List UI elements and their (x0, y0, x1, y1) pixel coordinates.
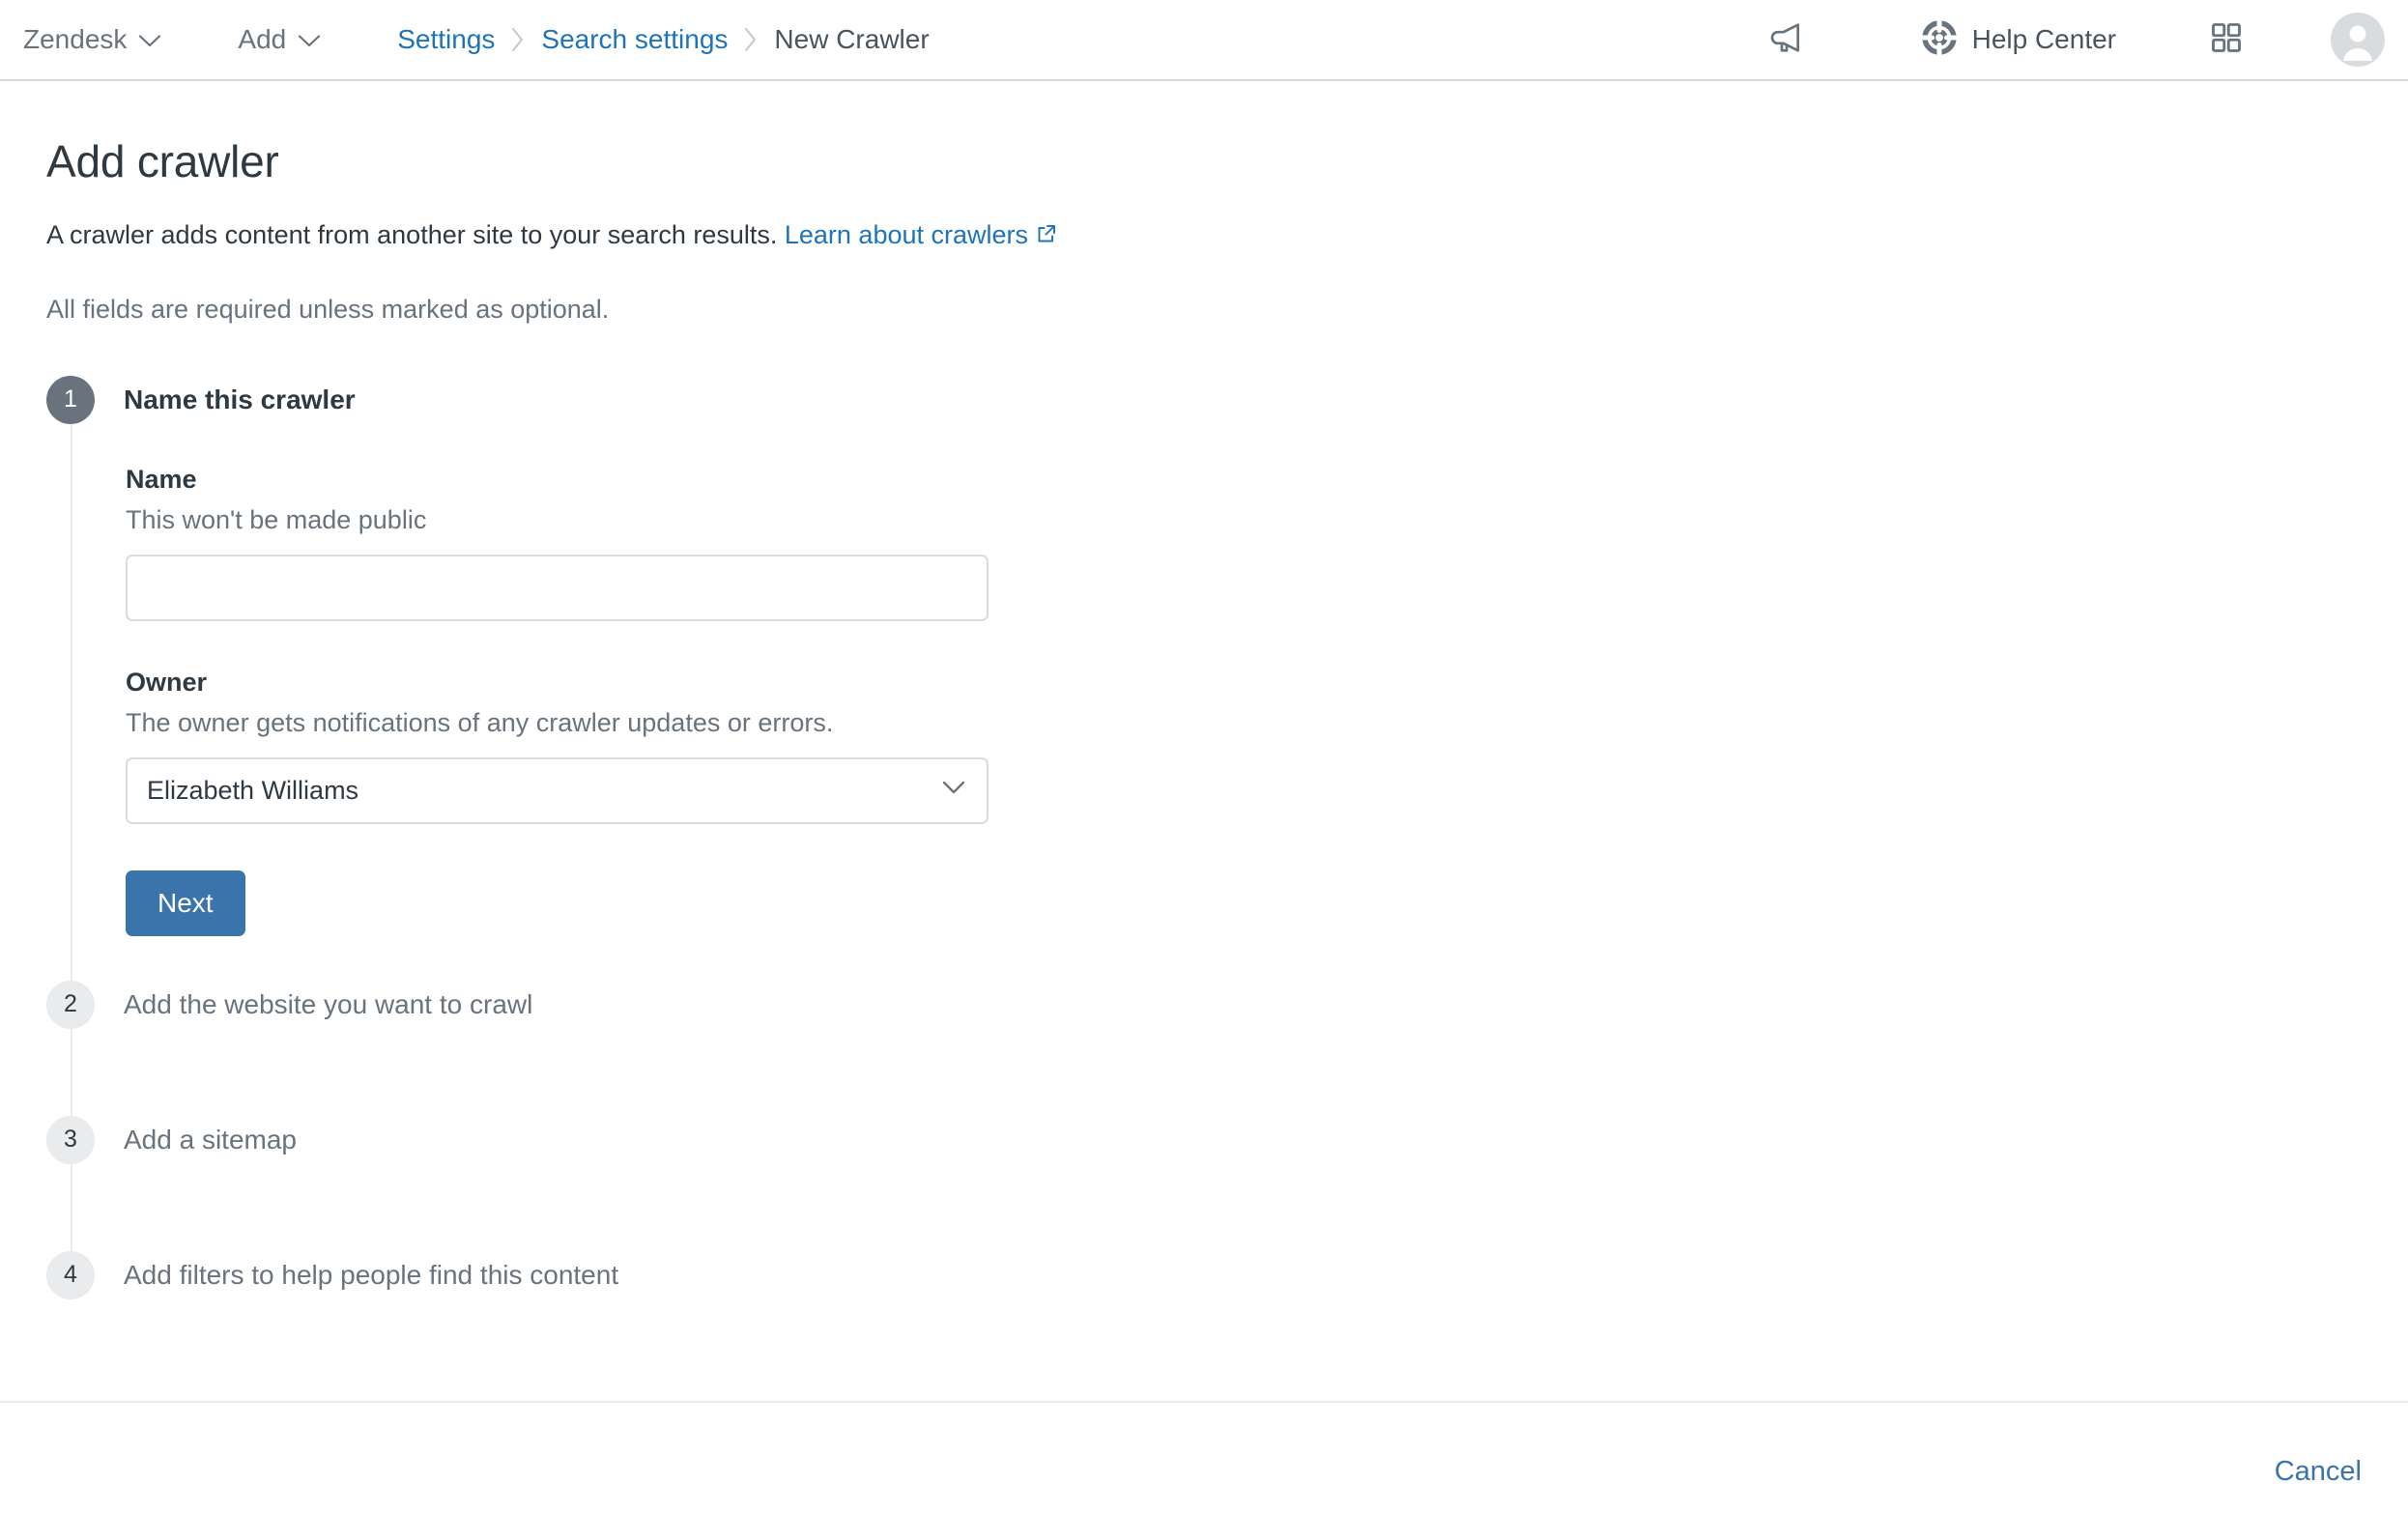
name-field-block: Name This won't be made public (126, 465, 2408, 621)
step-1-body: Name This won't be made public Owner The… (71, 423, 2408, 981)
main-content: Add crawler A crawler adds content from … (0, 81, 2408, 1299)
step-2-header[interactable]: 2 Add the website you want to crawl (46, 980, 2408, 1029)
step-4-number: 4 (46, 1250, 95, 1299)
step-2: 2 Add the website you want to crawl (46, 980, 2408, 1116)
step-4: 4 Add filters to help people find this c… (46, 1250, 2408, 1299)
owner-field-block: Owner The owner gets notifications of an… (126, 668, 2408, 824)
topbar-right-group: Help Center (1740, 13, 2408, 67)
page-description: A crawler adds content from another site… (46, 217, 2408, 256)
breadcrumb-separator-icon (743, 27, 759, 52)
step-1-title: Name this crawler (124, 384, 356, 414)
stepper: 1 Name this crawler Name This won't be m… (46, 375, 2408, 1299)
help-center-label: Help Center (1971, 24, 2116, 54)
content-wrapper: Add crawler A crawler adds content from … (0, 81, 2408, 1299)
owner-select[interactable]: Elizabeth Williams (126, 756, 989, 824)
user-avatar-icon (2343, 25, 2372, 61)
step-3-number: 3 (46, 1115, 95, 1164)
step-1: 1 Name this crawler Name This won't be m… (46, 375, 2408, 981)
name-field-label: Name (126, 464, 197, 494)
required-fields-note: All fields are required unless marked as… (46, 294, 610, 324)
step-2-title: Add the website you want to crawl (124, 988, 533, 1019)
user-avatar[interactable] (2331, 13, 2385, 67)
step-3-title: Add a sitemap (124, 1124, 297, 1155)
app-root: Zendesk Add Settings Search settings New… (0, 0, 2408, 1540)
megaphone-icon (1767, 18, 1806, 62)
chevron-down-icon (299, 26, 321, 53)
step-2-connector (71, 1028, 2408, 1116)
breadcrumb-item-search-settings[interactable]: Search settings (541, 24, 728, 55)
step-3-connector (71, 1163, 2408, 1251)
page-title: Add crawler (46, 136, 279, 186)
product-menu-zendesk[interactable]: Zendesk (14, 20, 170, 59)
step-2-number: 2 (46, 980, 95, 1029)
breadcrumb-item-settings[interactable]: Settings (397, 24, 495, 55)
step-3: 3 Add a sitemap (46, 1115, 2408, 1251)
top-navigation-bar: Zendesk Add Settings Search settings New… (0, 0, 2408, 81)
owner-field-hint: The owner gets notifications of any craw… (126, 707, 834, 737)
owner-field-label: Owner (126, 667, 208, 697)
cancel-button[interactable]: Cancel (2275, 1456, 2362, 1488)
learn-about-crawlers-label: Learn about crawlers (784, 220, 1029, 250)
product-menu-label: Zendesk (23, 24, 128, 54)
owner-select-value: Elizabeth Williams (147, 775, 359, 805)
grid-apps-icon (2209, 20, 2244, 60)
apps-grid-button[interactable] (2199, 13, 2253, 67)
lifebuoy-icon (1919, 17, 1959, 60)
add-menu[interactable]: Add (228, 20, 330, 59)
step-4-header[interactable]: 4 Add filters to help people find this c… (46, 1250, 2408, 1299)
step-1-number: 1 (46, 375, 95, 424)
page-description-text: A crawler adds content from another site… (46, 220, 778, 250)
footer-bar: Cancel (0, 1401, 2408, 1540)
help-center-button[interactable]: Help Center (1919, 17, 2116, 60)
announcements-button[interactable] (1740, 13, 1833, 67)
step-1-header[interactable]: 1 Name this crawler (46, 375, 2408, 424)
learn-about-crawlers-link[interactable]: Learn about crawlers (785, 220, 1058, 249)
breadcrumb-separator-icon (510, 27, 526, 52)
name-field-hint: This won't be made public (126, 504, 427, 534)
breadcrumb: Settings Search settings New Crawler (397, 24, 929, 55)
step-3-header[interactable]: 3 Add a sitemap (46, 1115, 2408, 1164)
breadcrumb-item-new-crawler: New Crawler (774, 24, 930, 54)
step-4-title: Add filters to help people find this con… (124, 1259, 619, 1290)
add-menu-label: Add (238, 24, 287, 54)
chevron-down-icon (139, 26, 161, 53)
topbar-left-group: Zendesk Add Settings Search settings New… (0, 20, 930, 59)
external-link-icon (1035, 219, 1058, 256)
name-input[interactable] (126, 554, 989, 621)
chevron-down-icon (942, 781, 965, 800)
next-button[interactable]: Next (126, 870, 245, 936)
